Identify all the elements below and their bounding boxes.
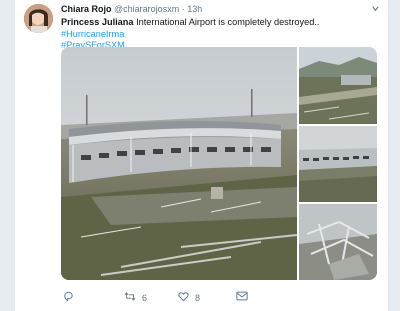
tweet-text-plain: International Airport is completely dest… xyxy=(133,17,320,27)
reply-icon xyxy=(63,291,74,304)
like-icon xyxy=(178,291,189,304)
media-grid xyxy=(61,47,377,280)
media-photo[interactable] xyxy=(299,126,377,202)
like-button[interactable]: 8 xyxy=(178,291,200,304)
tweet-text-bold: Princess Juliana xyxy=(61,17,134,27)
hashtag-link[interactable]: #HurricaneIrma xyxy=(61,29,124,39)
reply-button[interactable] xyxy=(63,291,74,304)
media-photo[interactable] xyxy=(299,47,377,124)
separator: · xyxy=(181,4,185,14)
retweet-count: 6 xyxy=(142,292,148,303)
retweet-icon xyxy=(124,291,136,304)
handle[interactable]: @chiararojosxm xyxy=(114,4,179,14)
message-icon xyxy=(236,291,248,303)
media-photo[interactable] xyxy=(299,204,377,280)
tweet-card[interactable]: Chiara Rojo @chiararojosxm · 13h Princes… xyxy=(14,0,389,311)
media-photo-main[interactable] xyxy=(61,47,297,280)
retweet-button[interactable]: 6 xyxy=(124,291,147,304)
message-button[interactable] xyxy=(236,291,248,303)
avatar[interactable] xyxy=(24,4,53,33)
like-count: 8 xyxy=(195,292,201,303)
timestamp[interactable]: 13h xyxy=(187,4,202,14)
avatar-image xyxy=(24,4,53,33)
tweet-header: Chiara Rojo @chiararojosxm · 13h xyxy=(61,4,380,15)
chevron-down-icon[interactable] xyxy=(371,4,380,15)
display-name[interactable]: Chiara Rojo xyxy=(61,4,112,14)
